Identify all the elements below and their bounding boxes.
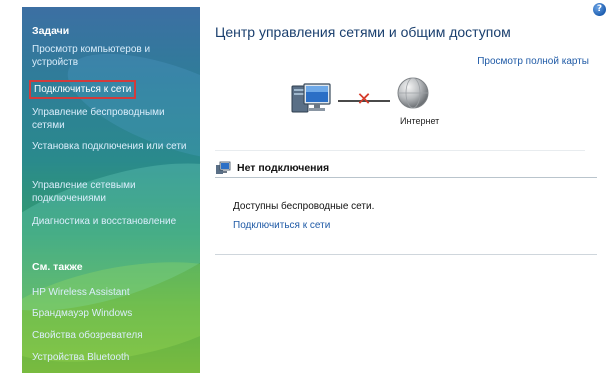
sidebar-item-internet-options[interactable]: Свойства обозревателя [32,329,197,342]
sidebar: Задачи Просмотр компьютеров и устройств … [22,7,200,373]
available-networks-text: Доступны беспроводные сети. [233,201,375,212]
see-also-heading: См. также [32,261,83,273]
view-full-map-link[interactable]: Просмотр полной карты [477,56,589,67]
computer-icon[interactable] [290,80,332,118]
status-heading: Нет подключения [237,162,330,174]
page-title: Центр управления сетями и общим доступом [215,24,511,40]
main-content: ? Центр управления сетями и общим доступ… [200,0,614,379]
globe-icon[interactable] [396,76,430,110]
internet-label: Интернет [400,116,440,126]
sidebar-item-manage-wireless[interactable]: Управление беспроводными сетями [32,106,197,132]
network-icon [216,161,231,174]
help-icon[interactable]: ? [593,3,606,16]
sidebar-item-setup-connection[interactable]: Установка подключения или сети [32,140,197,153]
sidebar-item-bluetooth-devices[interactable]: Устройства Bluetooth [32,351,197,364]
network-center-window: Задачи Просмотр компьютеров и устройств … [0,0,614,379]
sidebar-item-connect-to-network[interactable]: Подключиться к сети [29,80,137,99]
sidebar-item-hp-wireless-assistant[interactable]: HP Wireless Assistant [32,286,197,299]
tasks-heading: Задачи [32,25,70,37]
divider [215,177,597,178]
divider [215,254,597,255]
sidebar-item-windows-firewall[interactable]: Брандмауэр Windows [32,307,197,320]
connect-to-network-link[interactable]: Подключиться к сети [233,220,330,231]
disconnected-x-icon: ✕ [356,89,372,110]
sidebar-item-diagnostics[interactable]: Диагностика и восстановление [32,215,197,228]
network-map: ✕ Интернет [290,76,450,136]
sidebar-item-manage-connections[interactable]: Управление сетевыми подключениями [32,179,197,205]
sidebar-item-view-computers[interactable]: Просмотр компьютеров и устройств [32,43,197,69]
divider [215,150,585,151]
